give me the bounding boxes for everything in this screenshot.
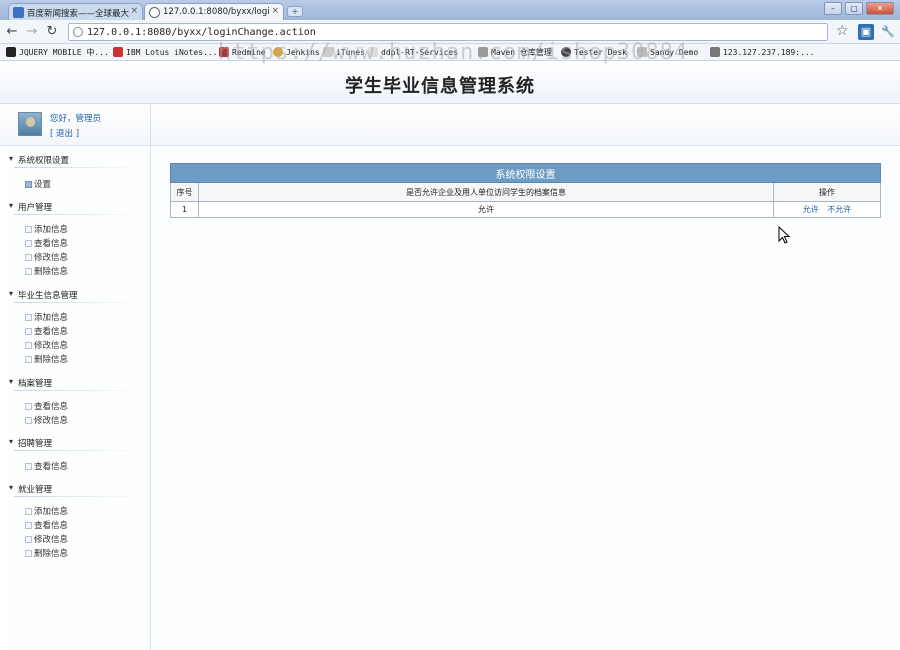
page-info-icon[interactable] xyxy=(73,27,83,37)
sidebar-item-delete[interactable]: 删除信息 xyxy=(24,353,68,365)
sidebar-group-graduate-management[interactable]: 毕业生信息管理 xyxy=(9,289,77,301)
sidebar-item-view[interactable]: 查看信息 xyxy=(24,460,68,472)
avatar xyxy=(18,112,42,136)
divider xyxy=(14,167,142,168)
cell-permission-value: 允许 xyxy=(198,201,774,218)
sidebar-item-view[interactable]: 查看信息 xyxy=(24,325,68,337)
column-header-permission: 是否允许企业及用人单位访问学生的档案信息 xyxy=(198,182,774,202)
bookmark-favicon-icon xyxy=(710,47,720,57)
back-arrow-icon[interactable]: ← xyxy=(4,24,20,40)
bookmark-item[interactable]: ddpl-RT-Services xyxy=(368,46,458,59)
user-panel: 您好，管理员 [ 退出 ] xyxy=(8,104,151,146)
address-bar[interactable] xyxy=(68,23,828,41)
sidebar-item-delete[interactable]: 删除信息 xyxy=(24,265,68,277)
sidebar-item-add[interactable]: 添加信息 xyxy=(24,223,68,235)
bookmark-item[interactable]: Tester Desk xyxy=(561,46,627,59)
sidebar-item-add[interactable]: 添加信息 xyxy=(24,311,68,323)
page-favicon-icon xyxy=(149,7,160,18)
browser-titlebar: 百度新闻搜索——全球最大 × 127.0.0.1:8080/byxx/logi … xyxy=(0,0,900,20)
divider xyxy=(14,390,142,391)
sidebar-item-view[interactable]: 查看信息 xyxy=(24,519,68,531)
cell-index: 1 xyxy=(170,201,199,218)
sidebar-group-user-management[interactable]: 用户管理 xyxy=(9,201,52,213)
reload-icon[interactable]: ↻ xyxy=(44,24,60,40)
bookmark-item[interactable]: Maven 仓库管理 xyxy=(478,46,552,59)
bookmark-item[interactable]: Redmine xyxy=(219,46,266,59)
forward-arrow-icon[interactable]: → xyxy=(24,24,40,40)
close-window-button[interactable]: ✕ xyxy=(866,2,894,15)
browser-toolbar: ← → ↻ ☆ ▣ 🔧 xyxy=(0,20,900,44)
bookmark-favicon-icon xyxy=(368,47,378,57)
sidebar-item-view[interactable]: 查看信息 xyxy=(24,237,68,249)
bookmark-item[interactable]: IBM Lotus iNotes... xyxy=(113,46,218,59)
maximize-button[interactable]: ▢ xyxy=(845,2,863,15)
extension-icon[interactable]: ▣ xyxy=(858,24,874,40)
bookmarks-bar: JQUERY MOBILE 中... IBM Lotus iNotes... R… xyxy=(0,44,900,61)
sidebar-item-edit[interactable]: 修改信息 xyxy=(24,533,68,545)
bookmark-item[interactable]: Jenkins xyxy=(273,46,320,59)
bookmark-favicon-icon xyxy=(478,47,488,57)
page-header: 学生毕业信息管理系统 xyxy=(0,62,900,104)
cell-actions: 允许 不允许 xyxy=(773,201,881,218)
bookmark-favicon-icon xyxy=(561,47,571,57)
divider xyxy=(14,496,142,497)
bookmark-favicon-icon xyxy=(6,47,16,57)
sidebar-group-employment[interactable]: 就业管理 xyxy=(9,483,52,495)
divider xyxy=(14,302,142,303)
sidebar-group-recruitment[interactable]: 招聘管理 xyxy=(9,437,52,449)
sidebar-item-edit[interactable]: 修改信息 xyxy=(24,251,68,263)
bookmark-favicon-icon xyxy=(219,47,229,57)
close-tab-icon[interactable]: × xyxy=(130,6,138,16)
sidebar-item-add[interactable]: 添加信息 xyxy=(24,505,68,517)
sidebar-item-edit[interactable]: 修改信息 xyxy=(24,414,68,426)
allow-link[interactable]: 允许 xyxy=(803,205,819,214)
table-caption: 系统权限设置 xyxy=(170,163,881,183)
baidu-favicon-icon xyxy=(13,7,24,18)
browser-tab-baidu-news[interactable]: 百度新闻搜索——全球最大 × xyxy=(8,3,143,20)
table-header-row: 序号 是否允许企业及用人单位访问学生的档案信息 操作 xyxy=(170,182,881,202)
sidebar-item-view[interactable]: 查看信息 xyxy=(24,400,68,412)
minimize-button[interactable]: – xyxy=(824,2,842,15)
divider xyxy=(14,214,142,215)
column-header-actions: 操作 xyxy=(773,182,881,202)
sidebar-group-permissions[interactable]: 系统权限设置 xyxy=(9,154,69,166)
sidebar-group-archive-management[interactable]: 档案管理 xyxy=(9,377,52,389)
bookmark-item[interactable]: iTunes xyxy=(323,46,365,59)
bookmark-favicon-icon xyxy=(323,47,333,57)
tab-title: 百度新闻搜索——全球最大 xyxy=(27,9,130,19)
column-header-index: 序号 xyxy=(170,182,199,202)
bookmark-favicon-icon xyxy=(273,47,283,57)
bookmark-favicon-icon xyxy=(113,47,123,57)
sidebar-item-settings[interactable]: 设置 xyxy=(24,178,51,190)
bookmark-item[interactable]: 123.127.237.189:... xyxy=(710,46,815,59)
table-row: 1 允许 允许 不允许 xyxy=(170,201,881,218)
divider xyxy=(14,450,142,451)
bookmark-item[interactable]: JQUERY MOBILE 中... xyxy=(6,46,109,59)
url-input[interactable] xyxy=(87,25,787,39)
close-tab-icon[interactable]: × xyxy=(271,6,279,16)
new-tab-button[interactable]: + xyxy=(287,6,303,17)
permission-table: 系统权限设置 序号 是否允许企业及用人单位访问学生的档案信息 操作 1 允许 允… xyxy=(170,163,881,218)
sidebar-item-edit[interactable]: 修改信息 xyxy=(24,339,68,351)
wrench-menu-icon[interactable]: 🔧 xyxy=(880,24,896,40)
user-bar: 您好，管理员 [ 退出 ] xyxy=(0,104,900,146)
logout-link[interactable]: [ 退出 ] xyxy=(50,127,79,139)
tab-title: 127.0.0.1:8080/byxx/logi xyxy=(163,7,270,17)
deny-link[interactable]: 不允许 xyxy=(827,205,851,214)
main-content: 系统权限设置 序号 是否允许企业及用人单位访问学生的档案信息 操作 1 允许 允… xyxy=(152,146,900,650)
bookmark-favicon-icon xyxy=(637,47,647,57)
browser-tab-localhost[interactable]: 127.0.0.1:8080/byxx/logi × xyxy=(144,3,284,20)
bookmark-item[interactable]: Sandy Demo xyxy=(637,46,698,59)
user-greeting: 您好，管理员 xyxy=(50,114,102,124)
sidebar: 系统权限设置 设置 用户管理 添加信息 查看信息 修改信息 删除信息 毕业生信息… xyxy=(8,146,151,650)
bookmark-star-icon[interactable]: ☆ xyxy=(836,23,849,39)
site-title: 学生毕业信息管理系统 xyxy=(345,76,535,97)
sidebar-item-delete[interactable]: 删除信息 xyxy=(24,547,68,559)
